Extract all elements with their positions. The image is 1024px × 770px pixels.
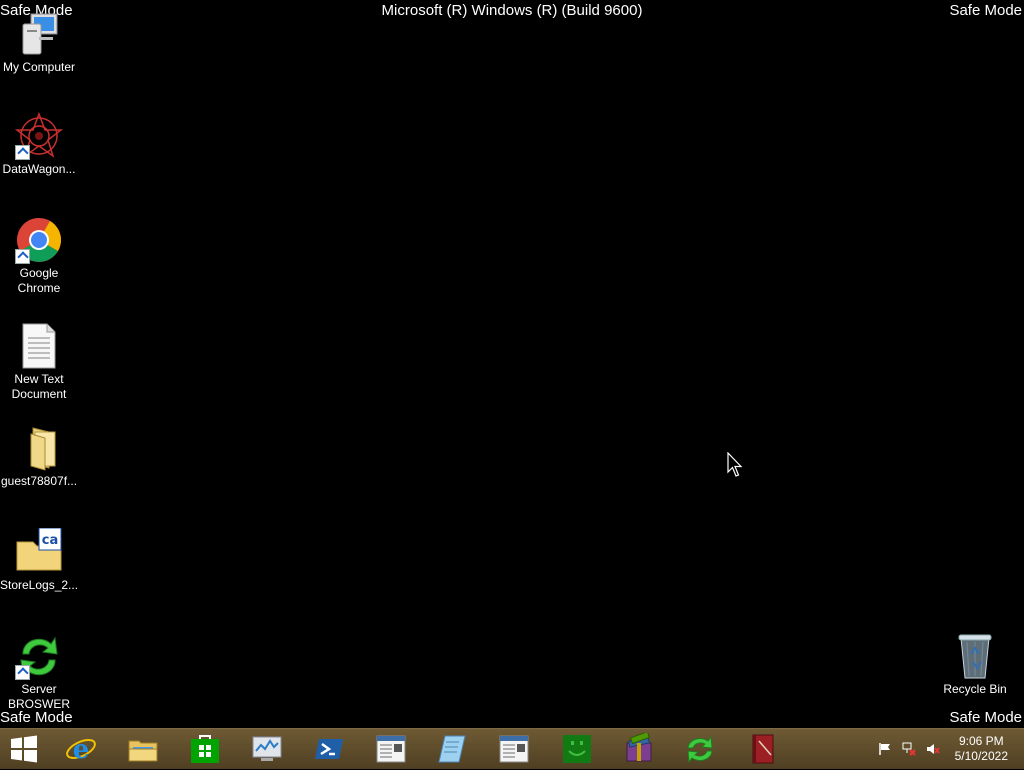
desktop-icon-label: Recycle Bin (943, 682, 1007, 696)
smiley-icon (563, 735, 591, 763)
desktop-icon-my-computer[interactable]: My Computer (0, 10, 78, 75)
recycle-bin-icon (951, 632, 999, 680)
taskbar: e 9:06 PM 5/10/2022 (0, 728, 1024, 769)
taskbar-notepad[interactable] (437, 733, 469, 765)
archive-icon (626, 731, 652, 762)
desktop-icon-label: New Text Document (11, 372, 67, 401)
system-tray: 9:06 PM 5/10/2022 (864, 729, 1024, 769)
desktop-icon-label: StoreLogs_2... (0, 578, 79, 592)
document-window-icon (376, 735, 406, 763)
computer-icon (15, 10, 63, 58)
shortcut-arrow-icon (15, 665, 30, 680)
svg-text:e: e (73, 735, 90, 765)
folder-icon (15, 424, 63, 472)
network-disconnected-icon[interactable] (902, 742, 916, 756)
shortcut-arrow-icon (15, 249, 30, 264)
taskbar-archive[interactable] (623, 731, 655, 765)
taskbar-smiley-app[interactable] (561, 733, 593, 765)
taskbar-file-explorer[interactable] (127, 733, 159, 765)
action-center-flag-icon[interactable] (878, 742, 892, 756)
desktop-icon-guest-folder[interactable]: guest78807f... (0, 424, 78, 489)
svg-text:ca: ca (42, 533, 58, 548)
internet-explorer-icon: e (66, 735, 96, 765)
shortcut-arrow-icon (15, 145, 30, 160)
file-explorer-icon (128, 740, 158, 762)
datawagon-icon (14, 111, 64, 160)
taskbar-store[interactable] (189, 733, 221, 765)
taskbar-clock[interactable]: 9:06 PM 5/10/2022 (955, 734, 1008, 764)
desktop-icon-label: DataWagon... (2, 162, 76, 176)
sync-icon (687, 735, 713, 764)
taskbar-document-window-2[interactable] (498, 733, 530, 765)
start-icon (11, 735, 37, 763)
clock-date: 5/10/2022 (954, 749, 1008, 763)
text-document-icon (15, 322, 63, 370)
powershell-icon (315, 739, 343, 759)
desktop-icon-datawagon[interactable]: DataWagon... (0, 111, 78, 177)
notepad-icon (438, 735, 466, 763)
desktop-icon-new-text-document[interactable]: New Text Document (0, 322, 78, 402)
clock-time: 9:06 PM (958, 734, 1004, 748)
taskbar-document-window[interactable] (375, 733, 407, 765)
storelogs-icon: ca (15, 527, 63, 576)
taskbar-performance-monitor[interactable] (251, 733, 283, 765)
performance-monitor-icon (252, 736, 282, 761)
desktop-icon-google-chrome[interactable]: Google Chrome (0, 216, 78, 296)
desktop-icon-server-broswer[interactable]: Server BROSWER (0, 632, 78, 712)
book-icon (752, 734, 774, 764)
desktop-icon-label: My Computer (2, 60, 76, 74)
taskbar-internet-explorer[interactable]: e (65, 733, 97, 765)
desktop-icon-label: guest78807f... (0, 474, 78, 488)
taskbar-powershell[interactable] (313, 733, 345, 765)
desktop-icon-label: Server BROSWER (7, 682, 70, 711)
taskbar-sync[interactable] (684, 733, 716, 765)
safe-mode-label-bottom-right: Safe Mode (949, 709, 1022, 726)
volume-muted-icon[interactable] (926, 742, 940, 756)
document-window-icon (499, 735, 529, 763)
desktop-icon-label: Google Chrome (17, 266, 61, 295)
store-icon (191, 735, 219, 763)
start-button[interactable] (8, 733, 40, 765)
sync-icon (15, 632, 63, 680)
build-info: Microsoft (R) Windows (R) (Build 9600) (381, 2, 643, 19)
desktop-icon-storelogs[interactable]: ca StoreLogs_2... (0, 527, 79, 593)
desktop-icon-recycle-bin[interactable]: Recycle Bin (936, 632, 1014, 697)
chrome-icon (15, 216, 63, 264)
taskbar-book[interactable] (747, 733, 779, 765)
